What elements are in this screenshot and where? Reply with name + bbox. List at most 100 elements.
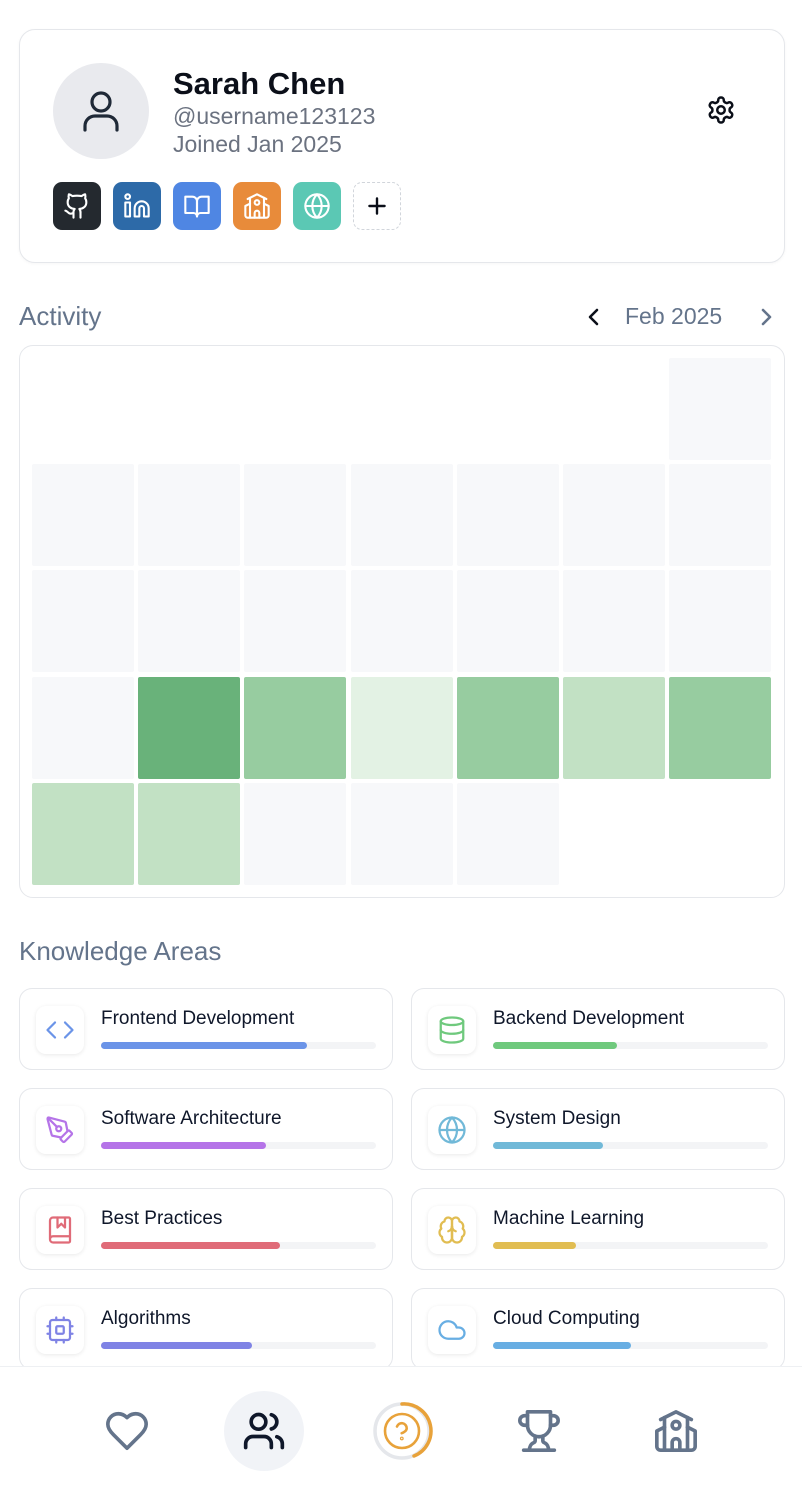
knowledge-area-progress-fill (101, 1142, 266, 1149)
linkedin-icon (124, 193, 150, 218)
activity-day-cell[interactable] (563, 464, 665, 567)
activity-day-cell[interactable] (244, 676, 347, 779)
gear-icon (708, 96, 734, 124)
knowledge-area-progress-fill (493, 1042, 617, 1049)
social-links (53, 182, 401, 230)
activity-title: Activity (19, 301, 102, 331)
knowledge-area-card[interactable]: System Design (411, 1088, 785, 1170)
activity-day-cell[interactable] (669, 464, 772, 567)
heart-icon (106, 1411, 148, 1451)
profile-name: Sarah Chen (173, 66, 346, 101)
school-icon (655, 1410, 697, 1452)
knowledge-area-label: Machine Learning (493, 1208, 645, 1229)
knowledge-area-icon-badge (36, 1106, 84, 1154)
activity-day-cell[interactable] (32, 570, 134, 673)
activity-day-cell[interactable] (32, 464, 134, 567)
knowledge-area-icon-badge (36, 1206, 84, 1254)
profile-card: Sarah Chen @username123123 Joined Jan 20… (19, 29, 785, 263)
knowledge-area-card[interactable]: Backend Development (411, 988, 785, 1070)
knowledge-area-label: Best Practices (101, 1208, 223, 1229)
avatar[interactable] (53, 63, 149, 159)
cpu-icon (46, 1316, 74, 1344)
activity-day-cell[interactable] (350, 464, 453, 567)
linkedin-link[interactable] (113, 182, 161, 230)
activity-day-cell[interactable] (456, 676, 559, 779)
knowledge-area-progress-fill (493, 1242, 576, 1249)
knowledge-area-card[interactable]: Software Architecture (19, 1088, 393, 1170)
activity-day-cell[interactable] (244, 782, 347, 885)
knowledge-area-label: Cloud Computing (493, 1308, 640, 1329)
knowledge-area-label: Algorithms (101, 1308, 191, 1329)
profile-joined-date: Joined Jan 2025 (173, 131, 342, 157)
activity-day-cell[interactable] (350, 570, 453, 673)
plus-icon (368, 197, 386, 215)
activity-day-cell[interactable] (456, 782, 559, 885)
activity-day-cell[interactable] (350, 676, 453, 779)
profile-username: @username123123 (173, 103, 376, 129)
activity-day-cell[interactable] (244, 464, 347, 567)
add-social-link-button[interactable] (353, 182, 401, 230)
knowledge-area-progress-fill (101, 1242, 280, 1249)
knowledge-area-progress-track (493, 1142, 768, 1149)
knowledge-area-card[interactable]: Machine Learning (411, 1188, 785, 1270)
knowledge-area-progress-track (493, 1242, 768, 1249)
activity-day-cell[interactable] (32, 782, 134, 885)
activity-day-cell[interactable] (244, 570, 347, 673)
activity-day-cell[interactable] (138, 570, 241, 673)
knowledge-area-card[interactable]: Algorithms (19, 1288, 393, 1370)
code-icon (46, 1021, 74, 1039)
next-month-button[interactable] (752, 302, 780, 332)
activity-day-cell[interactable] (669, 570, 772, 673)
brain-icon (438, 1216, 466, 1244)
knowledge-area-card[interactable]: Best Practices (19, 1188, 393, 1270)
activity-day-cell[interactable] (456, 570, 559, 673)
activity-day-cell[interactable] (456, 464, 559, 567)
knowledge-area-progress-fill (493, 1342, 631, 1349)
trophy-icon (518, 1410, 560, 1452)
bottom-navigation (0, 1366, 802, 1490)
github-link[interactable] (53, 182, 101, 230)
knowledge-area-icon-badge (428, 1106, 476, 1154)
user-icon (83, 91, 119, 132)
knowledge-area-progress-fill (101, 1342, 253, 1349)
school-link[interactable] (233, 182, 281, 230)
knowledge-area-card[interactable]: Cloud Computing (411, 1288, 785, 1370)
users-icon (243, 1412, 285, 1450)
nav-school[interactable] (636, 1391, 716, 1471)
knowledge-area-progress-fill (493, 1142, 603, 1149)
settings-button[interactable] (706, 95, 736, 125)
website-link[interactable] (293, 182, 341, 230)
chevron-right-icon (761, 308, 772, 326)
help-circle-icon (373, 1402, 433, 1460)
knowledge-area-progress-track (101, 1342, 376, 1349)
activity-day-cell[interactable] (350, 782, 453, 885)
nav-favorites[interactable] (87, 1391, 167, 1471)
knowledge-areas-title: Knowledge Areas (19, 936, 222, 966)
pen-tool-icon (46, 1116, 74, 1144)
knowledge-area-progress-track (493, 1042, 768, 1049)
knowledge-area-label: Frontend Development (101, 1008, 295, 1029)
knowledge-area-progress-track (493, 1342, 768, 1349)
knowledge-area-card[interactable]: Frontend Development (19, 988, 393, 1070)
knowledge-area-icon-badge (428, 1206, 476, 1254)
nav-quiz[interactable] (362, 1391, 442, 1471)
activity-day-cell[interactable] (138, 782, 241, 885)
cloud-icon (438, 1320, 466, 1340)
month-navigator: Feb 2025 (580, 300, 780, 334)
knowledge-area-icon-badge (36, 1006, 84, 1054)
activity-day-cell[interactable] (669, 358, 772, 460)
knowledge-area-icon-badge (428, 1306, 476, 1354)
blog-link[interactable] (173, 182, 221, 230)
activity-day-cell[interactable] (138, 676, 241, 779)
activity-day-cell[interactable] (138, 464, 241, 567)
previous-month-button[interactable] (580, 302, 608, 332)
nav-profile[interactable] (224, 1391, 304, 1471)
activity-day-cell[interactable] (32, 676, 134, 779)
nav-achievements[interactable] (499, 1391, 579, 1471)
knowledge-area-progress-track (101, 1042, 376, 1049)
activity-day-cell[interactable] (563, 676, 665, 779)
activity-day-cell[interactable] (563, 570, 665, 673)
database-icon (439, 1016, 465, 1044)
school-icon (244, 193, 270, 219)
activity-day-cell[interactable] (669, 676, 772, 779)
